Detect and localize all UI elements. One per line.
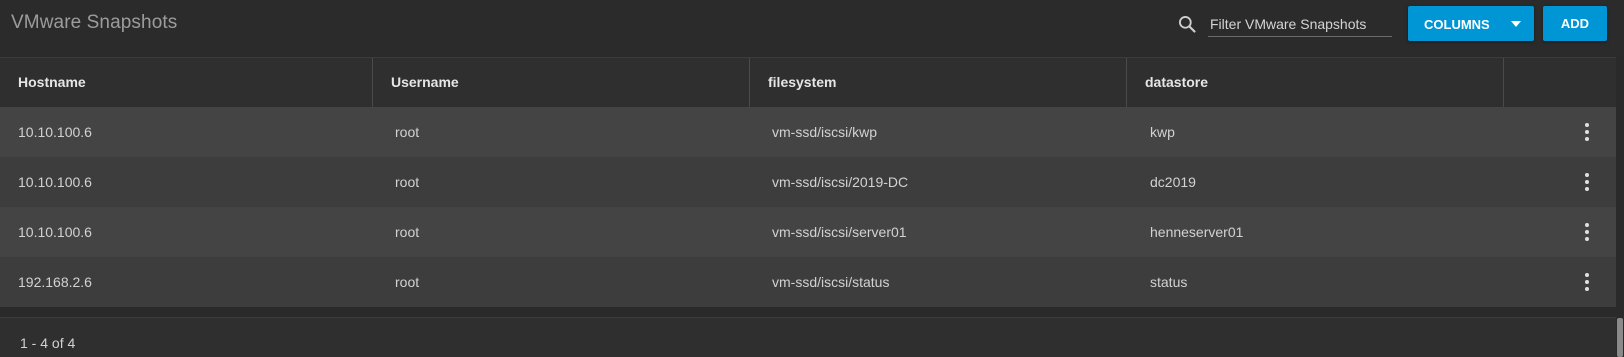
cell-filesystem: vm-ssd/iscsi/kwp <box>772 124 878 140</box>
column-header-filesystem[interactable]: filesystem <box>768 58 1126 107</box>
snapshots-table: Hostname Username filesystem datastore 1… <box>0 57 1616 307</box>
table-row[interactable]: 10.10.100.6 root vm-ssd/iscsi/2019-DC dc… <box>0 157 1616 207</box>
scrollbar-track[interactable] <box>1616 55 1624 357</box>
cell-username: root <box>395 124 420 140</box>
more-vert-icon[interactable] <box>1580 271 1594 293</box>
table-row[interactable]: 10.10.100.6 root vm-ssd/iscsi/server01 h… <box>0 207 1616 257</box>
cell-datastore: henneserver01 <box>1150 224 1244 240</box>
cell-hostname: 10.10.100.6 <box>18 224 92 240</box>
table-row[interactable]: 192.168.2.6 root vm-ssd/iscsi/status sta… <box>0 257 1616 307</box>
caret-down-icon[interactable] <box>1511 21 1521 27</box>
cell-hostname: 192.168.2.6 <box>18 274 92 290</box>
cell-username: root <box>395 174 420 190</box>
add-button[interactable]: ADD <box>1543 6 1607 41</box>
column-divider <box>749 58 750 107</box>
more-vert-icon[interactable] <box>1580 121 1594 143</box>
table-row[interactable]: 10.10.100.6 root vm-ssd/iscsi/kwp kwp <box>0 107 1616 157</box>
page-title: VMware Snapshots <box>11 12 178 33</box>
filter-input[interactable] <box>1208 12 1392 37</box>
app-window: VMware Snapshots COLUMNS ADD Hostname Us… <box>0 0 1624 357</box>
column-header-datastore[interactable]: datastore <box>1145 58 1503 107</box>
columns-button[interactable]: COLUMNS <box>1408 6 1534 41</box>
column-divider <box>372 58 373 107</box>
page-header: VMware Snapshots COLUMNS ADD <box>0 0 1624 55</box>
more-vert-icon[interactable] <box>1580 221 1594 243</box>
cell-datastore: dc2019 <box>1150 174 1196 190</box>
cell-filesystem: vm-ssd/iscsi/2019-DC <box>772 174 909 190</box>
column-header-hostname[interactable]: Hostname <box>0 58 372 107</box>
table-header: Hostname Username filesystem datastore <box>0 57 1616 107</box>
column-divider <box>1503 58 1504 107</box>
table-footer: 1 - 4 of 4 <box>0 317 1616 357</box>
cell-filesystem: vm-ssd/iscsi/server01 <box>772 224 907 240</box>
column-header-username[interactable]: Username <box>391 58 749 107</box>
search-icon[interactable] <box>1177 14 1197 34</box>
pagination-range: 1 - 4 of 4 <box>20 335 76 351</box>
cell-datastore: status <box>1150 274 1188 290</box>
cell-hostname: 10.10.100.6 <box>18 124 92 140</box>
more-vert-icon[interactable] <box>1580 171 1594 193</box>
cell-hostname: 10.10.100.6 <box>18 174 92 190</box>
cell-username: root <box>395 274 420 290</box>
cell-filesystem: vm-ssd/iscsi/status <box>772 274 890 290</box>
column-divider <box>1126 58 1127 107</box>
scrollbar-thumb[interactable] <box>1617 318 1623 357</box>
cell-datastore: kwp <box>1150 124 1175 140</box>
columns-button-label: COLUMNS <box>1424 17 1490 32</box>
cell-username: root <box>395 224 420 240</box>
